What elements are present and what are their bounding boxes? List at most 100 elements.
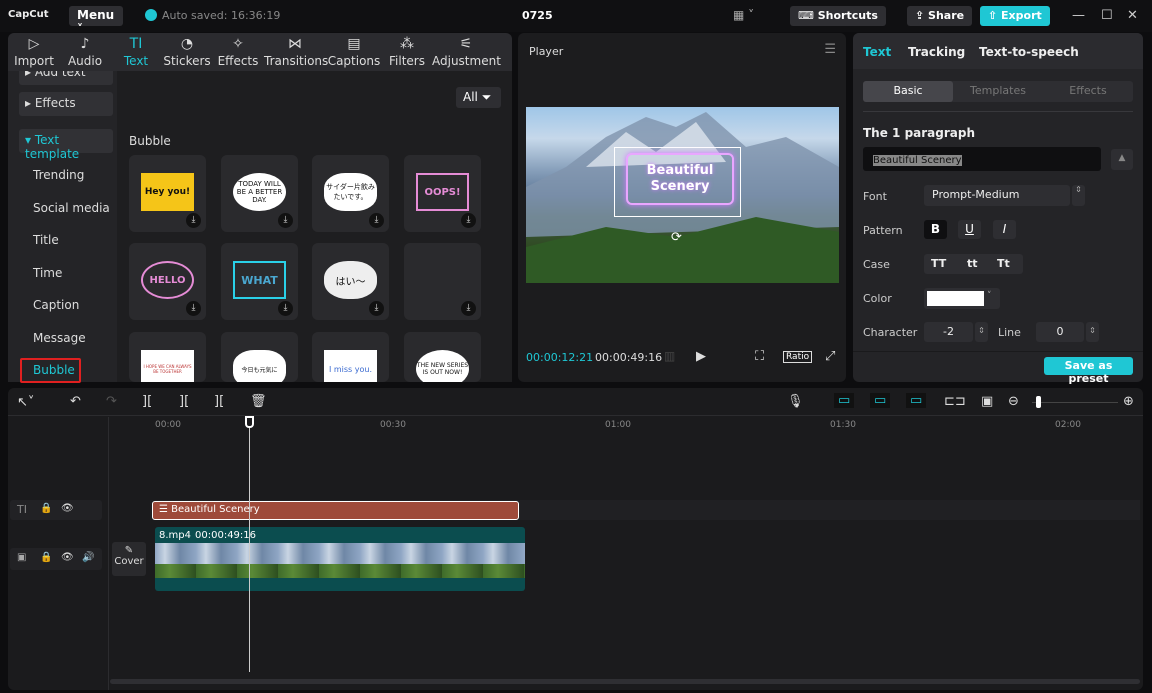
menu-button[interactable]: Menu ˅	[69, 6, 123, 36]
chevron-down-icon[interactable]: ˅	[987, 291, 992, 301]
timeline-scrollbar[interactable]	[110, 679, 1140, 684]
player-menu-icon[interactable]: ☰	[824, 42, 836, 57]
underline-button[interactable]: U	[958, 220, 981, 239]
font-select[interactable]: Prompt-Medium	[924, 185, 1070, 206]
zoom-in-icon[interactable]: ⊕	[1123, 394, 1134, 409]
playhead[interactable]	[249, 416, 250, 672]
download-icon[interactable]: ⤓	[186, 301, 201, 316]
select-tool-icon[interactable]: ↖˅	[17, 395, 34, 410]
download-icon[interactable]: ⤓	[461, 213, 476, 228]
tab-adjustment[interactable]: ⚟ Adjustment	[432, 33, 501, 71]
undo-icon[interactable]: ↶	[70, 394, 81, 409]
tab-text-to-speech[interactable]: Text-to-speech	[979, 45, 1079, 59]
delete-icon[interactable]: 🗑	[250, 394, 267, 409]
auto-snap-icon[interactable]: ▭	[870, 393, 891, 408]
shortcuts-button[interactable]: ⌨ Shortcuts	[790, 6, 886, 26]
download-icon[interactable]: ⤓	[278, 213, 293, 228]
zoom-out-icon[interactable]: ⊖	[1008, 394, 1019, 409]
tab-import[interactable]: ▷ Import	[8, 33, 60, 71]
nav-caption[interactable]: Caption	[33, 298, 79, 312]
zoom-slider[interactable]	[1032, 402, 1118, 403]
line-input[interactable]: 0	[1036, 322, 1084, 342]
tab-text[interactable]: TI Text	[110, 33, 162, 71]
subtab-effects[interactable]: Effects	[1043, 84, 1133, 97]
zoom-slider-handle[interactable]	[1036, 396, 1042, 408]
template-thumbnail[interactable]: I HOPE WE CAN ALWAYS BE TOGETHER	[129, 332, 206, 382]
split-icon[interactable]: ][	[142, 394, 152, 409]
template-thumbnail[interactable]: Hey you! ⤓	[129, 155, 206, 232]
download-icon[interactable]: ⤓	[369, 213, 384, 228]
nav-add-text[interactable]: ▸ Add text	[19, 71, 113, 85]
rotate-icon[interactable]: ⟳	[671, 230, 682, 245]
template-thumbnail[interactable]: I miss you.	[312, 332, 389, 382]
play-icon[interactable]: ▶	[696, 349, 706, 364]
maximize-icon[interactable]: ☐	[1101, 8, 1113, 23]
case-title[interactable]: Tt	[997, 257, 1010, 270]
template-thumbnail[interactable]: サイダー片飲みたいです。 ⤓	[312, 155, 389, 232]
zoom-fit-icon[interactable]: ⛶	[755, 349, 764, 364]
character-input[interactable]: -2	[924, 322, 973, 342]
nav-bubble[interactable]: Bubble	[20, 358, 81, 383]
download-icon[interactable]: ⤓	[278, 301, 293, 316]
nav-trending[interactable]: Trending	[33, 168, 84, 182]
character-stepper-icon[interactable]: ⇕	[975, 322, 988, 342]
video-clip[interactable]: 8.mp4 00:00:49:16	[155, 527, 525, 591]
close-icon[interactable]: ✕	[1127, 8, 1138, 23]
download-icon[interactable]: ⤓	[369, 301, 384, 316]
nav-time[interactable]: Time	[33, 266, 62, 280]
case-lower[interactable]: tt	[967, 257, 978, 270]
lock-icon[interactable]: 🔒	[40, 552, 52, 563]
template-thumbnail[interactable]: TODAY WILL BE A BETTER DAY. ⤓	[221, 155, 298, 232]
eye-icon[interactable]: 👁	[61, 552, 74, 563]
template-thumbnail[interactable]: はい〜 ⤓	[312, 243, 389, 320]
template-thumbnail[interactable]: OOPS! ⤓	[404, 155, 481, 232]
template-thumbnail[interactable]: THE NEW SERIES IS OUT NOW!	[404, 332, 481, 382]
thumbnail-zoom-icon[interactable]: ▣	[981, 394, 993, 409]
bold-button[interactable]: B	[924, 220, 947, 239]
layout-icon[interactable]: ▦ ˅	[733, 8, 754, 22]
text-overlay[interactable]: Beautiful Scenery	[626, 153, 734, 205]
export-button[interactable]: ⇧ Export	[980, 6, 1050, 26]
redo-icon[interactable]: ↷	[106, 394, 117, 409]
subtab-basic[interactable]: Basic	[863, 81, 953, 102]
microphone-icon[interactable]: 🎙	[787, 394, 804, 409]
tab-effects[interactable]: ✧ Effects	[212, 33, 264, 71]
ratio-button[interactable]: Ratio	[783, 351, 813, 363]
preview-axis-icon[interactable]: ⊏⊐	[944, 394, 966, 409]
tab-stickers[interactable]: ◔ Stickers	[162, 33, 212, 71]
download-icon[interactable]: ⤓	[186, 213, 201, 228]
subtab-templates[interactable]: Templates	[953, 84, 1043, 97]
italic-button[interactable]: I	[993, 220, 1016, 239]
lock-icon[interactable]: 🔒	[40, 503, 52, 514]
cover-button[interactable]: ✎ Cover	[112, 542, 146, 576]
tab-tracking[interactable]: Tracking	[908, 45, 965, 59]
share-button[interactable]: ⇪ Share	[907, 6, 973, 26]
text-input[interactable]: Beautiful Scenery	[863, 147, 1101, 171]
trim-right-icon[interactable]: ][	[214, 394, 224, 409]
filter-button[interactable]: All ⏷	[456, 87, 501, 108]
tab-transitions[interactable]: ⋈ Transitions	[264, 33, 328, 71]
fullscreen-icon[interactable]: ⤢	[825, 349, 835, 364]
template-thumbnail[interactable]: ⤓	[404, 243, 481, 320]
main-track-magnet-icon[interactable]: ▭	[834, 393, 855, 408]
linkage-icon[interactable]: ▭	[906, 393, 927, 408]
nav-title[interactable]: Title	[33, 233, 59, 247]
template-thumbnail[interactable]: 今日も元気に	[221, 332, 298, 382]
case-upper[interactable]: TT	[931, 257, 946, 270]
tab-text-inspector[interactable]: Text	[863, 45, 891, 59]
nav-text-template[interactable]: ▾ Text template	[19, 129, 113, 161]
tab-captions[interactable]: ▤ Captions	[326, 33, 382, 71]
save-preset-button[interactable]: Save as preset	[1044, 357, 1133, 385]
nav-message[interactable]: Message	[33, 331, 86, 345]
playhead-handle[interactable]	[245, 416, 254, 428]
volume-icon[interactable]: 🔊	[82, 552, 94, 563]
line-stepper-icon[interactable]: ⇕	[1086, 322, 1099, 342]
font-stepper-icon[interactable]: ⇕	[1072, 185, 1085, 206]
trim-left-icon[interactable]: ][	[179, 394, 189, 409]
text-clip[interactable]: ☰ Beautiful Scenery	[152, 501, 519, 520]
collapse-icon[interactable]: ▲	[1111, 149, 1133, 170]
template-thumbnail[interactable]: HELLO ⤓	[129, 243, 206, 320]
nav-social-media[interactable]: Social media	[33, 201, 110, 215]
tab-audio[interactable]: ♪ Audio	[60, 33, 110, 71]
template-thumbnail[interactable]: WHAT ⤓	[221, 243, 298, 320]
